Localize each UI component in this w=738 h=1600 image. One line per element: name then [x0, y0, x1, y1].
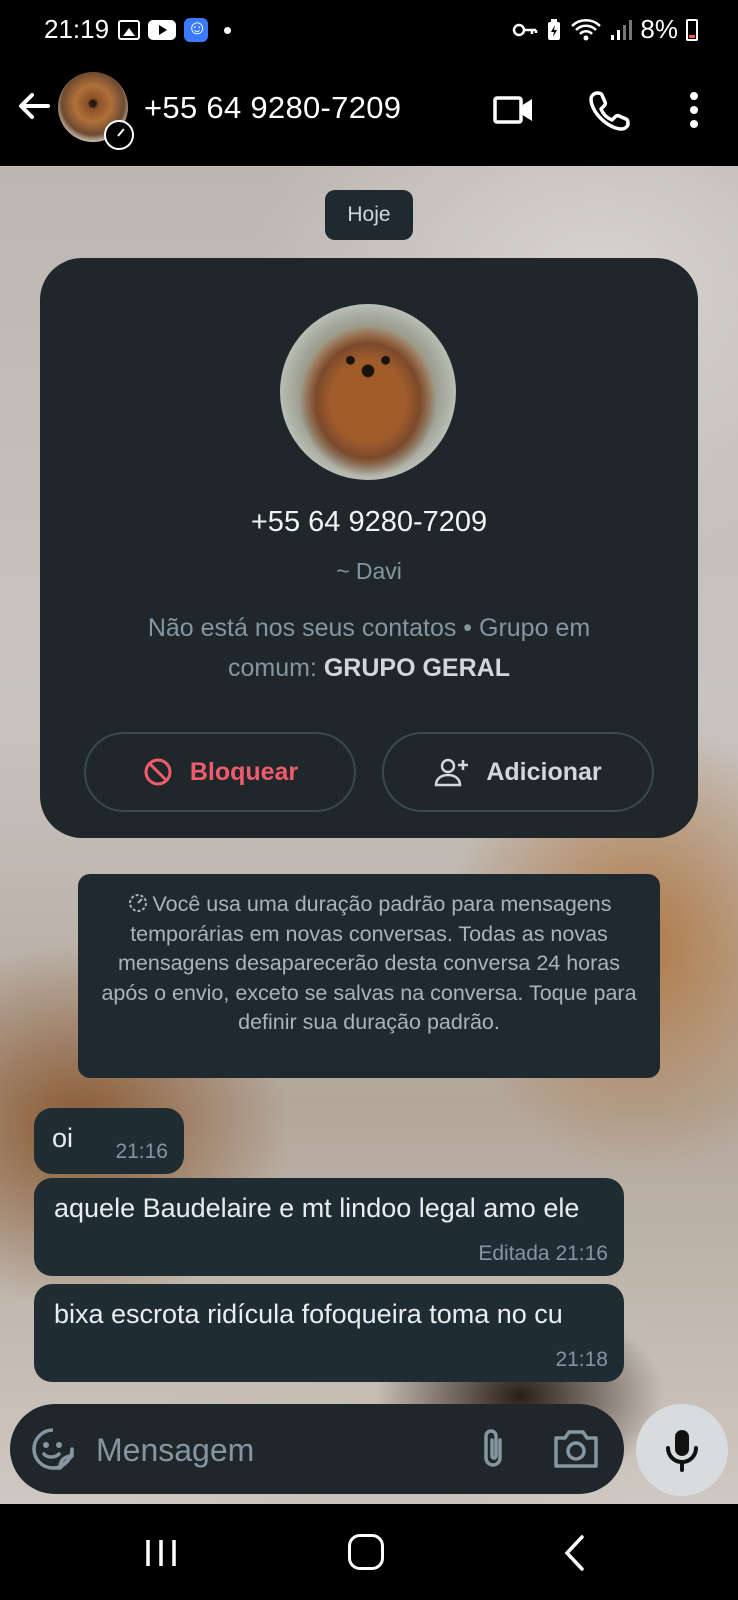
- chat-area[interactable]: Hoje +55 64 9280-7209 ~ Davi Não está no…: [0, 166, 738, 1504]
- contact-info-card: +55 64 9280-7209 ~ Davi Não está nos seu…: [40, 258, 698, 838]
- notice-text: Você usa uma duração padrão para mensage…: [101, 892, 637, 1034]
- message-time: 21:18: [555, 1348, 608, 1371]
- gallery-icon: [118, 20, 140, 40]
- edited-label: Editada: [478, 1242, 550, 1265]
- block-button[interactable]: Bloquear: [84, 732, 356, 812]
- status-time: 21:19: [44, 14, 110, 44]
- phone-call-icon[interactable]: [588, 88, 632, 132]
- contact-info-text: Não está nos seus contatos • Grupo em co…: [100, 608, 638, 688]
- add-contact-button[interactable]: Adicionar: [382, 732, 654, 812]
- block-icon: [144, 758, 172, 786]
- signal-icon: [611, 19, 633, 40]
- voice-record-button[interactable]: [636, 1404, 728, 1496]
- disappearing-messages-notice[interactable]: Você usa uma duração padrão para mensage…: [78, 874, 660, 1078]
- wifi-icon: [571, 18, 602, 40]
- more-vertical-icon[interactable]: [672, 88, 716, 132]
- contact-phone: +55 64 9280-7209: [250, 506, 488, 538]
- block-label: Bloquear: [189, 757, 299, 786]
- system-icons: 8%: [512, 14, 698, 45]
- message-text: aquele Baudelaire e mt lindoo legal amo …: [54, 1193, 580, 1223]
- video-call-icon[interactable]: [492, 88, 536, 132]
- message-time: 21:16: [115, 1140, 168, 1163]
- date-divider: Hoje: [325, 190, 413, 240]
- status-bar: 21:19 8%: [0, 0, 738, 62]
- battery-percent: 8%: [640, 14, 678, 44]
- message-time: 21:16: [555, 1242, 608, 1265]
- recents-icon[interactable]: [144, 1538, 178, 1568]
- message-bubble[interactable]: aquele Baudelaire e mt lindoo legal amo …: [34, 1178, 624, 1276]
- dot-icon: [224, 26, 231, 34]
- add-person-icon: [435, 758, 469, 787]
- contact-avatar[interactable]: [280, 304, 456, 480]
- message-bubble[interactable]: oi 21:16: [34, 1108, 184, 1174]
- home-icon[interactable]: [348, 1534, 384, 1570]
- face-app-icon: [184, 17, 208, 42]
- sticker-icon[interactable]: [30, 1426, 76, 1472]
- message-text: bixa escrota ridícula fofoqueira toma no…: [54, 1299, 563, 1329]
- message-input[interactable]: [96, 1430, 436, 1470]
- nav-back-icon[interactable]: [560, 1534, 590, 1572]
- chat-header: +55 64 9280-7209: [0, 62, 738, 166]
- disappearing-timer-icon: [104, 120, 134, 150]
- battery-saver-icon: [548, 18, 561, 40]
- contact-title[interactable]: +55 64 9280-7209: [144, 90, 401, 126]
- battery-icon: [686, 18, 698, 41]
- timer-icon: [128, 894, 147, 912]
- camera-icon[interactable]: [550, 1424, 602, 1474]
- add-label: Adicionar: [486, 757, 602, 786]
- youtube-icon: [148, 20, 176, 40]
- message-composer: [10, 1404, 624, 1494]
- contact-push-name: ~ Davi: [336, 558, 402, 584]
- message-meta: Editada 21:16: [478, 1242, 608, 1266]
- system-navigation-bar: [0, 1504, 738, 1600]
- paperclip-icon[interactable]: [468, 1424, 518, 1474]
- notification-icons: [118, 17, 231, 42]
- common-group-name[interactable]: GRUPO GERAL: [324, 654, 510, 682]
- key-icon: [513, 23, 538, 36]
- message-bubble[interactable]: bixa escrota ridícula fofoqueira toma no…: [34, 1284, 624, 1382]
- microphone-icon: [666, 1430, 698, 1472]
- arrow-left-icon[interactable]: [14, 86, 54, 126]
